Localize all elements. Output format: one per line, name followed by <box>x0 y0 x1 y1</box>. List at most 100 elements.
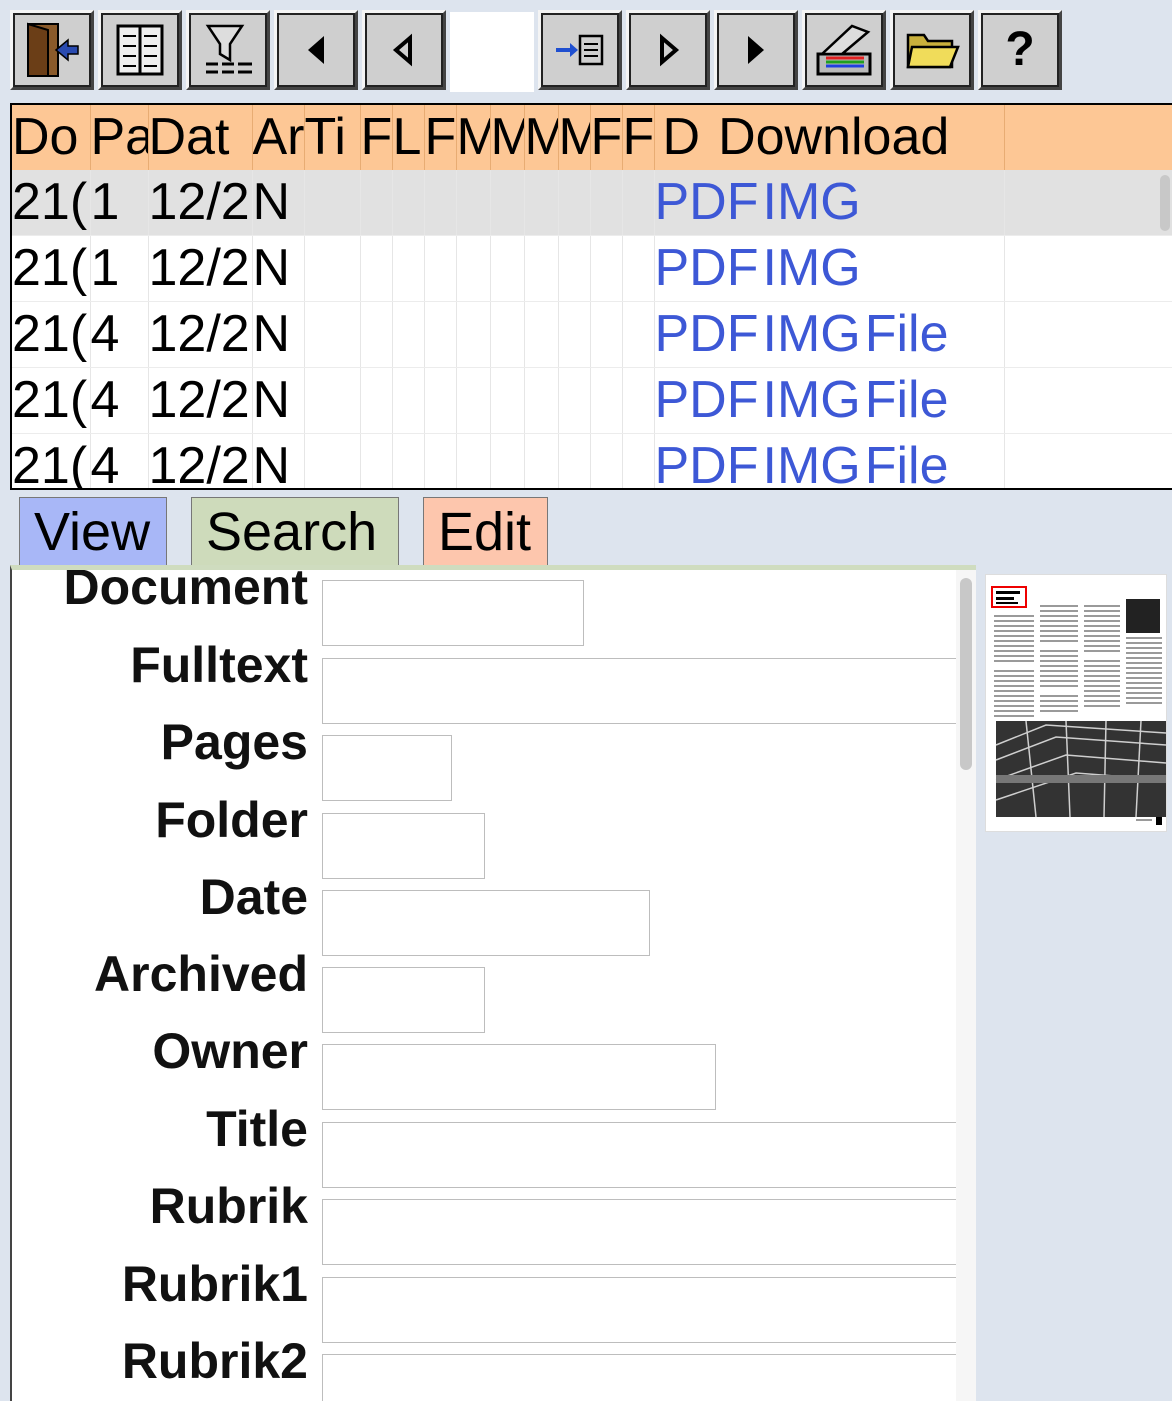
column-header[interactable]: F <box>424 105 457 170</box>
column-header[interactable]: Dat <box>148 105 253 170</box>
cell-pages: 1 <box>90 235 149 302</box>
fulltext-field[interactable] <box>322 658 962 724</box>
cell-empty <box>304 235 361 302</box>
download-pdf-link[interactable]: PDF <box>655 305 759 363</box>
cell-empty <box>360 235 393 302</box>
folder-field[interactable] <box>322 813 485 879</box>
column-header[interactable]: L <box>392 105 425 170</box>
cell-empty <box>622 235 655 302</box>
owner-field[interactable] <box>322 1044 716 1110</box>
download-img-link[interactable]: IMG <box>763 371 861 429</box>
rubrik1-field[interactable] <box>322 1277 962 1343</box>
record-number-input[interactable] <box>450 12 534 92</box>
scan-button[interactable] <box>802 10 886 90</box>
document-field[interactable] <box>322 580 584 646</box>
cell-spacer <box>1004 235 1172 302</box>
download-img-link[interactable]: IMG <box>763 305 861 363</box>
date-field[interactable] <box>322 890 650 956</box>
open-folder-button[interactable] <box>890 10 974 90</box>
cell-empty <box>456 433 491 488</box>
cell-empty <box>590 235 623 302</box>
download-file-link[interactable]: File <box>865 305 949 363</box>
column-header[interactable]: Ti <box>304 105 361 170</box>
cell-owner: N <box>252 433 305 488</box>
column-header[interactable]: F <box>360 105 393 170</box>
first-record-button[interactable] <box>274 10 358 90</box>
form-scrollbar[interactable] <box>960 578 972 770</box>
cell-empty <box>558 235 591 302</box>
field-label: Folder <box>155 792 308 848</box>
help-button[interactable]: ? <box>978 10 1062 90</box>
exit-door-icon <box>27 22 79 77</box>
rubrik2-field[interactable] <box>322 1354 962 1401</box>
cell-empty <box>490 433 525 488</box>
pages-field[interactable] <box>322 735 452 801</box>
scanner-icon <box>816 24 872 76</box>
cell-date: 12/2 <box>148 170 253 236</box>
cell-empty <box>304 170 361 236</box>
tab-view[interactable]: View <box>19 497 167 565</box>
triangle-left-filled-icon <box>308 36 324 64</box>
prev-record-button[interactable] <box>362 10 446 90</box>
table-row[interactable]: 21(1 12/2 N PDFIMG <box>12 235 1172 302</box>
cell-empty <box>424 235 457 302</box>
cell-spacer <box>1004 367 1172 434</box>
download-file-link[interactable]: File <box>865 437 949 488</box>
exit-button[interactable] <box>10 10 94 90</box>
table-row[interactable]: 21(1 12/2 N PDFIMG <box>12 170 1172 236</box>
column-header[interactable]: F <box>622 105 655 170</box>
table-row[interactable]: 21(4 12/2 N PDFIMGFile <box>12 367 1172 434</box>
last-record-button[interactable] <box>714 10 798 90</box>
goto-record-button[interactable] <box>538 10 622 90</box>
cell-download: PDFIMGFile <box>654 367 1005 434</box>
tab-edit[interactable]: Edit <box>423 497 548 565</box>
filter-button[interactable] <box>186 10 270 90</box>
rubrik-field[interactable] <box>322 1199 962 1265</box>
cell-spacer <box>1004 170 1172 236</box>
download-img-link[interactable]: IMG <box>763 239 861 297</box>
column-header[interactable]: Do <box>12 105 91 170</box>
cell-empty <box>524 170 559 236</box>
column-header[interactable]: M <box>456 105 491 170</box>
download-pdf-link[interactable]: PDF <box>655 437 759 488</box>
download-img-link[interactable]: IMG <box>763 173 861 231</box>
download-pdf-link[interactable]: PDF <box>655 239 759 297</box>
column-header[interactable]: D Download <box>654 105 1005 170</box>
download-img-link[interactable]: IMG <box>763 437 861 488</box>
cell-spacer <box>1004 301 1172 368</box>
book-view-button[interactable] <box>98 10 182 90</box>
column-header[interactable]: Pa <box>90 105 149 170</box>
next-record-button[interactable] <box>626 10 710 90</box>
field-label: Rubrik2 <box>121 1333 308 1389</box>
cell-download: PDFIMG <box>654 170 1005 236</box>
column-header[interactable]: Ar <box>252 105 305 170</box>
document-thumbnail[interactable] <box>985 574 1167 832</box>
cell-empty <box>490 170 525 236</box>
column-header[interactable]: F <box>590 105 623 170</box>
table-header-row: Do Pa Dat Ar Ti F L F M M M M F F D Downl… <box>12 105 1172 170</box>
table-row[interactable]: 21(4 12/2 N PDFIMGFile <box>12 433 1172 488</box>
table-row[interactable]: 21(4 12/2 N PDFIMGFile <box>12 301 1172 368</box>
cell-owner: N <box>252 235 305 302</box>
triangle-right-outline-icon <box>660 33 680 67</box>
field-label: Document <box>63 565 308 615</box>
cell-document: 21( <box>12 433 91 488</box>
column-header[interactable]: M <box>558 105 591 170</box>
download-file-link[interactable]: File <box>865 371 949 429</box>
cell-empty <box>490 301 525 368</box>
archived-field[interactable] <box>322 967 485 1033</box>
cell-pages: 1 <box>90 170 149 236</box>
column-header[interactable]: M <box>524 105 559 170</box>
cell-empty <box>524 301 559 368</box>
download-pdf-link[interactable]: PDF <box>655 173 759 231</box>
cell-empty <box>456 235 491 302</box>
tab-search[interactable]: Search <box>191 497 399 565</box>
cell-empty <box>304 367 361 434</box>
download-pdf-link[interactable]: PDF <box>655 371 759 429</box>
column-header[interactable]: M <box>490 105 525 170</box>
records-grid: Do Pa Dat Ar Ti F L F M M M M F F D Downl… <box>10 103 1172 490</box>
title-field[interactable] <box>322 1122 962 1188</box>
grid-scrollbar[interactable] <box>1160 175 1170 231</box>
column-header-spacer <box>1004 105 1172 170</box>
cell-empty <box>392 433 425 488</box>
